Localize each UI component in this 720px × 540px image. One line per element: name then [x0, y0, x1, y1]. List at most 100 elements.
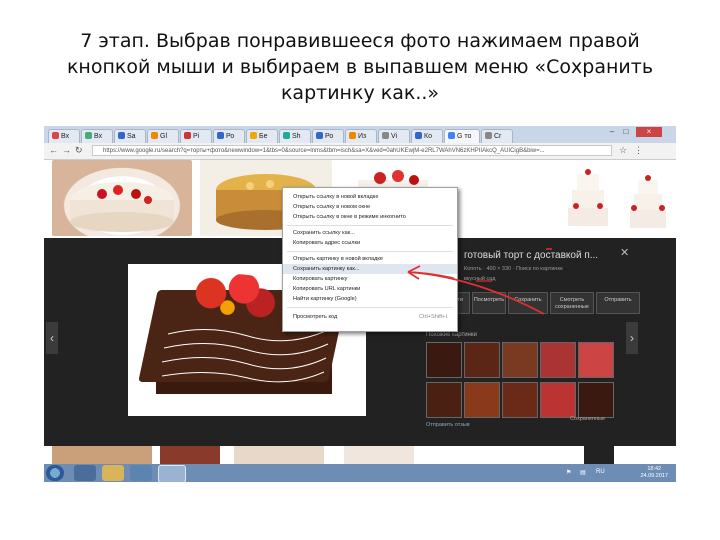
- similar-thumbnail[interactable]: [578, 382, 614, 418]
- start-button-icon[interactable]: [46, 465, 64, 481]
- next-image-arrow-icon[interactable]: ›: [626, 322, 638, 354]
- browser-tab[interactable]: Gl: [147, 129, 179, 143]
- tab-favicon-icon: [151, 132, 158, 139]
- clock-time: 18:42: [647, 466, 662, 472]
- tab-favicon-icon: [118, 132, 125, 139]
- menu-open-link-new-window[interactable]: Открыть ссылку в новом окне: [283, 202, 457, 212]
- browser-tab[interactable]: Sh: [279, 129, 311, 143]
- similar-thumbnail[interactable]: [502, 382, 538, 418]
- similar-thumbnail[interactable]: [502, 342, 538, 378]
- result-thumbnail[interactable]: [344, 446, 414, 464]
- tab-favicon-icon: [217, 132, 224, 139]
- menu-inspect-label: Просмотреть код: [293, 314, 338, 320]
- close-window-button[interactable]: ×: [636, 127, 662, 137]
- browser-tab[interactable]: Pi: [180, 129, 212, 143]
- browser-tab[interactable]: Из: [345, 129, 377, 143]
- similar-images-label: Похожие картинки: [426, 332, 477, 338]
- cake-image: [568, 169, 608, 226]
- menu-copy-image[interactable]: Копировать картинку: [283, 274, 457, 284]
- reload-icon[interactable]: ↻: [75, 145, 83, 156]
- caption-line-1: 7 этап. Выбрав понравившееся фото нажима…: [80, 30, 640, 52]
- menu-separator: [287, 307, 453, 308]
- bookmark-star-icon[interactable]: ☆: [619, 145, 627, 156]
- similar-thumbnail[interactable]: [464, 342, 500, 378]
- saved-link[interactable]: Сохраненные: [570, 416, 605, 422]
- menu-open-link-incognito[interactable]: Открыть ссылку в окне в режиме инкогнито: [283, 212, 457, 222]
- prev-image-arrow-icon[interactable]: ‹: [46, 322, 58, 354]
- tab-label: Бе: [259, 133, 268, 140]
- browser-screenshot: Вх Bx Sa Gl Pi Ро Бе Sh Ро Из Vi Ко G то…: [44, 126, 676, 482]
- caption-line-3: картинку как..»: [280, 82, 440, 104]
- menu-copy-image-url[interactable]: Копировать URL картинки: [283, 284, 457, 294]
- browser-tab[interactable]: Bx: [81, 129, 113, 143]
- tab-label: Bx: [94, 133, 103, 140]
- similar-thumbnail[interactable]: [578, 342, 614, 378]
- back-arrow-icon[interactable]: ←: [49, 145, 58, 155]
- cake-image: [630, 175, 666, 228]
- menu-inspect-shortcut: Ctrl+Shift+I: [419, 314, 447, 320]
- cake-image: [70, 182, 174, 232]
- tab-label: Ро: [226, 133, 235, 140]
- clock[interactable]: 18:42 24.09.2017: [640, 466, 668, 480]
- ie-icon[interactable]: [74, 465, 96, 481]
- tray-network-icon[interactable]: ▤: [580, 469, 586, 476]
- context-menu: Открыть ссылку в новой вкладке Открыть с…: [282, 187, 458, 332]
- menu-open-image-new-tab[interactable]: Открыть картинку в новой вкладке: [283, 254, 457, 264]
- result-thumbnail[interactable]: [52, 160, 192, 236]
- result-thumbnail[interactable]: [624, 160, 672, 236]
- tray-language[interactable]: RU: [596, 469, 605, 475]
- tab-favicon-icon: [349, 132, 356, 139]
- tab-favicon-icon: [316, 132, 323, 139]
- address-bar-row: ← → ↻ https://www.google.ru/search?q=тор…: [44, 143, 676, 160]
- similar-thumbnail[interactable]: [540, 382, 576, 418]
- feedback-link[interactable]: Отправить отзыв: [426, 422, 470, 428]
- similar-thumbnail[interactable]: [426, 382, 462, 418]
- tab-label: Gl: [160, 133, 167, 140]
- clock-date: 24.09.2017: [640, 473, 668, 479]
- view-button[interactable]: Посмотреть: [472, 292, 506, 314]
- similar-thumbnail[interactable]: [540, 342, 576, 378]
- browser-tab[interactable]: Ро: [213, 129, 245, 143]
- result-thumbnail[interactable]: [560, 160, 616, 236]
- chrome-icon[interactable]: [158, 465, 186, 482]
- browser-tab[interactable]: Ро: [312, 129, 344, 143]
- browser-tab[interactable]: Бе: [246, 129, 278, 143]
- tab-favicon-icon: [415, 132, 422, 139]
- tab-label: Vi: [391, 133, 398, 140]
- menu-search-image-google[interactable]: Найти картинку (Google): [283, 294, 457, 304]
- tab-label: Из: [358, 133, 367, 140]
- image-source[interactable]: вкусный сад: [464, 276, 495, 282]
- share-button[interactable]: Отправить: [596, 292, 640, 314]
- result-thumbnail[interactable]: [52, 446, 152, 464]
- save-button[interactable]: Сохранить: [508, 292, 548, 314]
- browser-tab[interactable]: Vi: [378, 129, 410, 143]
- tab-favicon-icon: [250, 132, 257, 139]
- browser-tab[interactable]: Cr: [481, 129, 513, 143]
- tray-flag-icon[interactable]: ⚑: [566, 469, 571, 476]
- menu-open-link-new-tab[interactable]: Открыть ссылку в новой вкладке: [283, 192, 457, 202]
- browser-tab[interactable]: Вх: [48, 129, 80, 143]
- browser-tab[interactable]: Ко: [411, 129, 443, 143]
- result-thumbnail[interactable]: [160, 446, 220, 464]
- view-saved-button[interactable]: Смотреть сохраненные: [550, 292, 594, 314]
- media-player-icon[interactable]: [130, 465, 152, 481]
- menu-dots-icon[interactable]: ⋮: [634, 145, 643, 156]
- browser-tab-active[interactable]: G то: [444, 129, 480, 143]
- explorer-folder-icon[interactable]: [102, 465, 124, 481]
- menu-save-image-as[interactable]: Сохранить картинку как...: [283, 264, 457, 274]
- result-thumbnail[interactable]: [234, 446, 324, 464]
- result-thumbnail[interactable]: [584, 446, 614, 464]
- tab-label: Pi: [193, 133, 200, 140]
- browser-tab[interactable]: Sa: [114, 129, 146, 143]
- tab-favicon-icon: [52, 132, 59, 139]
- url-input[interactable]: https://www.google.ru/search?q=торты+фот…: [92, 145, 612, 156]
- minimize-button[interactable]: –: [606, 127, 618, 137]
- image-title[interactable]: готовый торт с доставкой п...: [464, 250, 634, 261]
- maximize-button[interactable]: □: [620, 127, 632, 137]
- similar-thumbnail[interactable]: [426, 342, 462, 378]
- forward-arrow-icon[interactable]: →: [62, 145, 71, 155]
- similar-thumbnail[interactable]: [464, 382, 500, 418]
- menu-copy-link-address[interactable]: Копировать адрес ссылки: [283, 238, 457, 248]
- menu-inspect[interactable]: Просмотреть код Ctrl+Shift+I: [283, 312, 457, 322]
- menu-save-link-as[interactable]: Сохранить ссылку как...: [283, 228, 457, 238]
